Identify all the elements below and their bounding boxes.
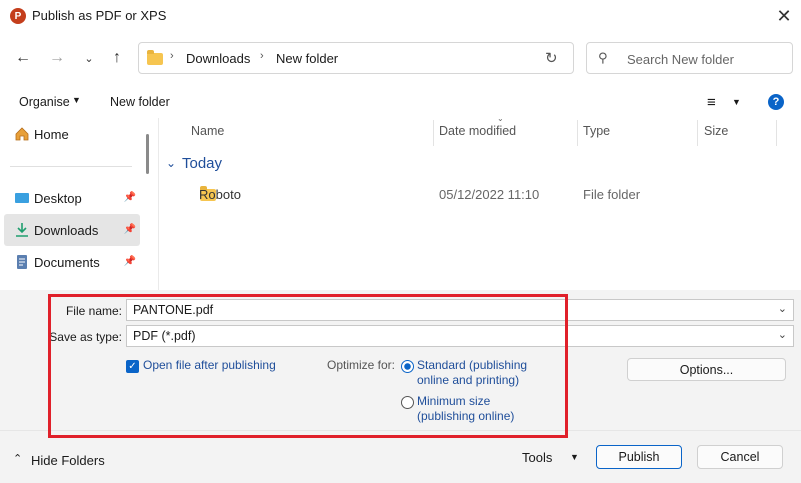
group-collapse-chevron-icon[interactable]: ⌄ [166,156,176,170]
forward-arrow-icon[interactable]: → [44,45,70,71]
chevron-down-icon: ▼ [72,95,81,105]
sidebar-item-label: Documents [34,254,100,270]
search-icon: ⚲ [598,50,608,65]
options-button[interactable]: Options... [627,358,786,381]
back-arrow-icon[interactable]: ← [10,45,36,71]
divider [10,166,132,167]
help-icon[interactable]: ? [768,94,784,110]
breadcrumb-new-folder[interactable]: New folder [276,51,338,66]
group-header-today[interactable]: Today [182,155,222,172]
pin-icon[interactable]: 📌 [124,192,136,203]
new-folder-button[interactable]: New folder [110,95,170,109]
close-icon[interactable]: ✕ [770,2,798,30]
pin-icon[interactable]: 📌 [124,256,136,267]
highlight-box [48,294,568,438]
tools-menu[interactable]: Tools [522,450,552,465]
folder-icon [147,50,163,65]
column-separator[interactable] [577,120,578,146]
breadcrumb-downloads[interactable]: Downloads [186,51,250,66]
column-separator[interactable] [433,120,434,146]
hide-folders-button[interactable]: Hide Folders [31,453,105,468]
column-header-date-modified[interactable]: Date modified [439,124,516,138]
chevron-down-icon[interactable]: ▼ [732,97,741,107]
chevron-down-icon[interactable]: ⌄ [778,328,787,341]
refresh-icon[interactable]: ↻ [545,49,558,67]
column-separator[interactable] [697,120,698,146]
file-name-cell[interactable]: Roboto [199,187,241,202]
desktop-icon [15,193,29,203]
column-header-size[interactable]: Size [704,124,728,138]
powerpoint-app-icon: P [10,8,26,24]
sidebar-item-documents[interactable]: Documents 📌 [4,246,140,278]
search-placeholder: Search New folder [627,52,734,67]
sidebar-item-label: Home [34,126,69,142]
chevron-up-icon[interactable]: ⌃ [13,452,22,465]
home-icon [15,127,29,141]
type-cell: File folder [583,187,641,202]
column-header-name[interactable]: Name [191,124,224,138]
chevron-down-icon[interactable]: ⌄ [778,302,787,315]
date-modified-cell: 05/12/2022 11:10 [439,187,540,202]
recent-locations-chevron-icon[interactable]: ⌄ [76,45,102,71]
publish-button[interactable]: Publish [596,445,682,469]
sidebar-item-label: Desktop [34,190,82,206]
up-arrow-icon[interactable]: ↑ [104,45,130,71]
organise-menu[interactable]: Organise [19,95,70,109]
sort-chevron-icon: ⌄ [497,114,504,123]
sidebar-scrollbar[interactable] [146,134,149,174]
document-icon [17,255,27,269]
view-options-icon[interactable]: ≡ [707,94,716,111]
sidebar-item-desktop[interactable]: Desktop 📌 [4,182,140,214]
breadcrumb-separator-icon: › [260,50,264,62]
chevron-down-icon[interactable]: ▼ [570,452,579,462]
download-icon [16,223,28,237]
sidebar-item-downloads[interactable]: Downloads 📌 [4,214,140,246]
pane-divider [158,118,159,290]
pin-icon[interactable]: 📌 [124,224,136,235]
column-separator[interactable] [776,120,777,146]
breadcrumb-separator-icon: › [170,50,174,62]
column-header-type[interactable]: Type [583,124,610,138]
cancel-button[interactable]: Cancel [697,445,783,469]
sidebar-item-label: Downloads [34,222,99,238]
sidebar-item-home[interactable]: Home [4,118,140,150]
window-title: Publish as PDF or XPS [32,8,167,23]
